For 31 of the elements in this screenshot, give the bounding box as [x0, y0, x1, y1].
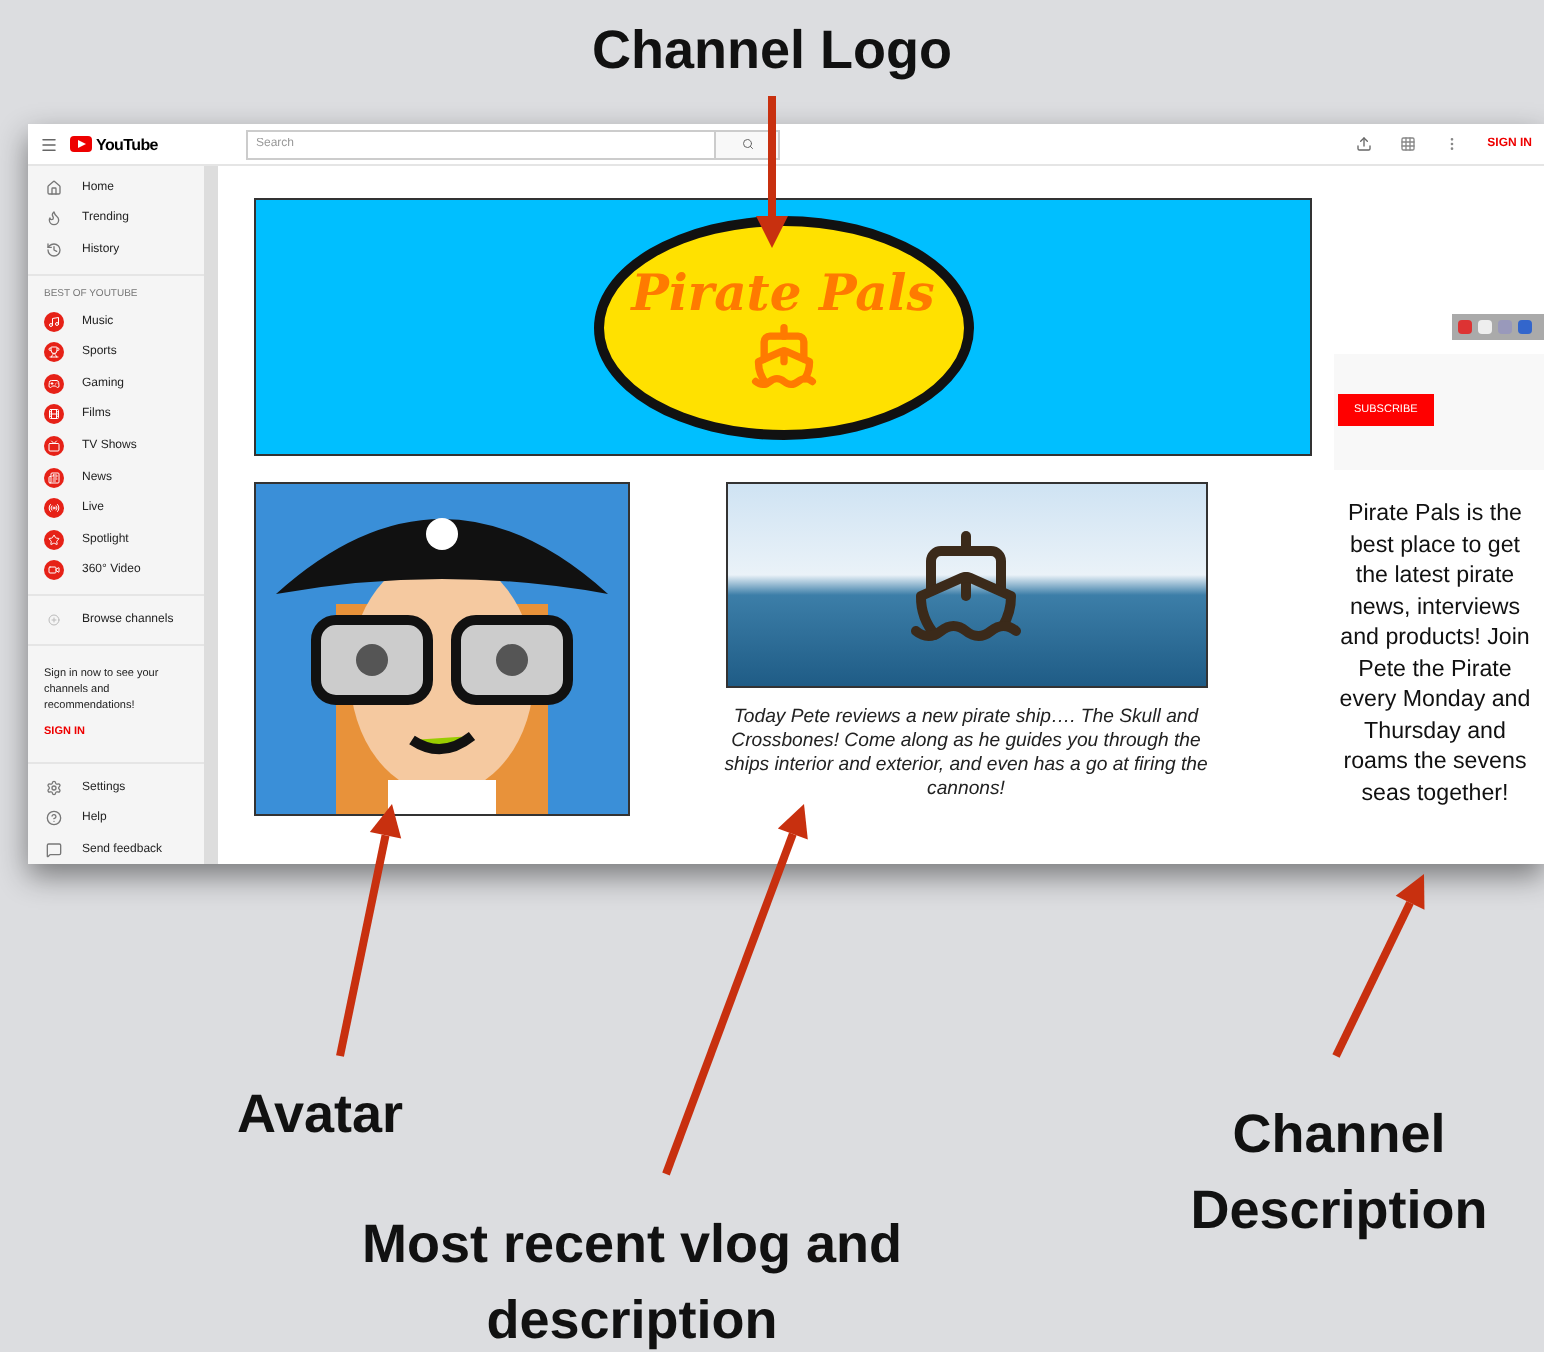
category-icon — [44, 435, 64, 456]
sidebar-icon — [46, 841, 62, 858]
category-icon — [44, 560, 64, 581]
ship-icon — [906, 525, 1026, 645]
category-icon — [44, 342, 64, 363]
category-icon — [44, 404, 64, 425]
category-icon — [44, 498, 64, 519]
plus-icon — [48, 613, 60, 626]
annotation-label: Avatar — [234, 1082, 406, 1148]
apps-grid-icon[interactable] — [1399, 136, 1416, 152]
annotation-label: Most recent vlog and description — [359, 1212, 905, 1352]
site-logo[interactable]: YouTube — [70, 135, 210, 153]
upload-icon[interactable] — [1355, 136, 1372, 152]
search-icon — [741, 138, 753, 150]
sidebar-icon — [46, 179, 62, 196]
annotation-label: Channel Description — [1188, 1102, 1490, 1244]
annotation-label: Channel Logo — [590, 18, 954, 84]
sidebar-icon — [46, 810, 62, 827]
sidebar-icon — [46, 241, 62, 258]
ship-icon — [749, 322, 817, 390]
menu-icon[interactable] — [40, 135, 58, 153]
sidebar-icon — [46, 779, 62, 796]
logo-text: Pirate Pals — [631, 264, 935, 322]
channel-description: Pirate Pals is the best place to get the latest pirate news, interviews and products! Join Pete the Pirate every Monday and Thursday and roams the sevens seas together! — [1337, 498, 1533, 808]
sidebar-icon — [46, 210, 62, 227]
category-icon — [44, 311, 64, 332]
category-icon — [44, 467, 64, 488]
category-icon — [44, 373, 64, 394]
photo-placeholder[interactable] — [725, 482, 1207, 688]
category-icon — [44, 529, 64, 550]
video-description: Today Pete reviews a new pirate ship…. The Skull and Crossbones! Come along as he guides you through the ships interior and exterior, and even has a go at firing the cannons! — [722, 706, 1210, 802]
